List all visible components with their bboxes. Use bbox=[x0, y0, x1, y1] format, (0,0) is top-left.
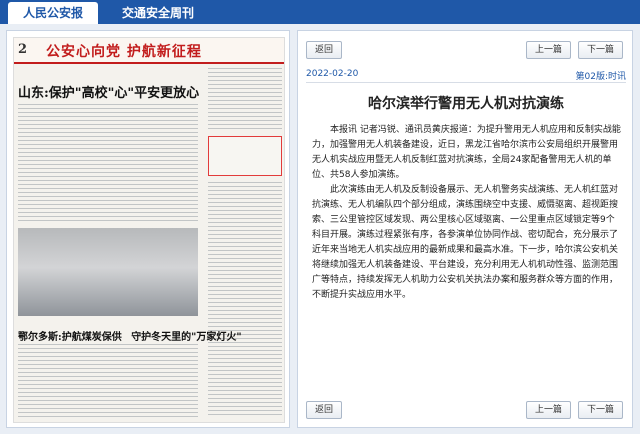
tab-renmin-gongan-bao[interactable]: 人民公安报 bbox=[8, 2, 98, 24]
bottom-headline-left: 鄂尔多斯:护航煤炭保供 bbox=[18, 332, 122, 343]
next-article-button-bottom[interactable]: 下一篇 bbox=[578, 401, 624, 419]
previous-article-button-top[interactable]: 上一篇 bbox=[526, 41, 572, 59]
article-body: 本报讯 记者冯锐、通讯员黄庆报道：为提升警用无人机应用和反制实战能力，加强警用无… bbox=[312, 123, 622, 303]
text-column-block bbox=[208, 182, 282, 418]
article-paragraph: 此次演练由无人机及反制设备展示、无人机警务实战演练、无人机红蓝对抗演练、无人机编… bbox=[312, 185, 619, 300]
back-button-top[interactable]: 返回 bbox=[306, 41, 343, 59]
newspaper-page-panel: 2 公安心向党 护航新征程 山东:保护"高校"心"平安更放心 鄂尔多斯:护航煤炭… bbox=[6, 30, 290, 428]
article-date: 2022-02-20 bbox=[306, 69, 359, 79]
news-photo bbox=[18, 228, 198, 316]
bottom-headline-right: 守护冬天里的"万家灯火" bbox=[131, 332, 242, 343]
next-article-button-top[interactable]: 下一篇 bbox=[578, 41, 624, 59]
bottom-headlines: 鄂尔多斯:护航煤炭保供 守护冬天里的"万家灯火" bbox=[18, 328, 242, 343]
article-title: 哈尔滨举行警用无人机对抗演练 bbox=[368, 96, 564, 112]
tab-jiaotong-anquan-zhoukan[interactable]: 交通安全周刊 bbox=[108, 2, 208, 24]
previous-article-button-bottom[interactable]: 上一篇 bbox=[526, 401, 572, 419]
newspaper-page-image: 2 公安心向党 护航新征程 山东:保护"高校"心"平安更放心 鄂尔多斯:护航煤炭… bbox=[13, 37, 285, 423]
article-panel: 返回 上一篇 下一篇 2022-02-20 第02版:时讯 哈尔滨举行警用无人机… bbox=[297, 30, 633, 428]
article-paragraph: 本报讯 记者冯锐、通讯员黄庆报道：为提升警用无人机应用和反制实战能力，加强警用无… bbox=[312, 125, 621, 180]
article-hotspot-highlighted[interactable] bbox=[208, 136, 282, 176]
article-meta: 2022-02-20 第02版:时讯 bbox=[306, 69, 626, 83]
newspaper-headline: 山东:保护"高校"心"平安更放心 bbox=[18, 86, 200, 101]
text-column-block bbox=[18, 104, 198, 222]
top-nav-bar: 人民公安报 交通安全周刊 bbox=[0, 0, 640, 24]
text-column-block bbox=[18, 344, 198, 418]
page-number: 2 bbox=[18, 42, 28, 57]
back-button-bottom[interactable]: 返回 bbox=[306, 401, 343, 419]
article-edition: 第02版:时讯 bbox=[575, 72, 627, 82]
masthead-title: 公安心向党 护航新征程 bbox=[46, 44, 202, 60]
newspaper-masthead: 2 公安心向党 护航新征程 bbox=[14, 38, 284, 64]
text-column-block bbox=[208, 68, 282, 132]
